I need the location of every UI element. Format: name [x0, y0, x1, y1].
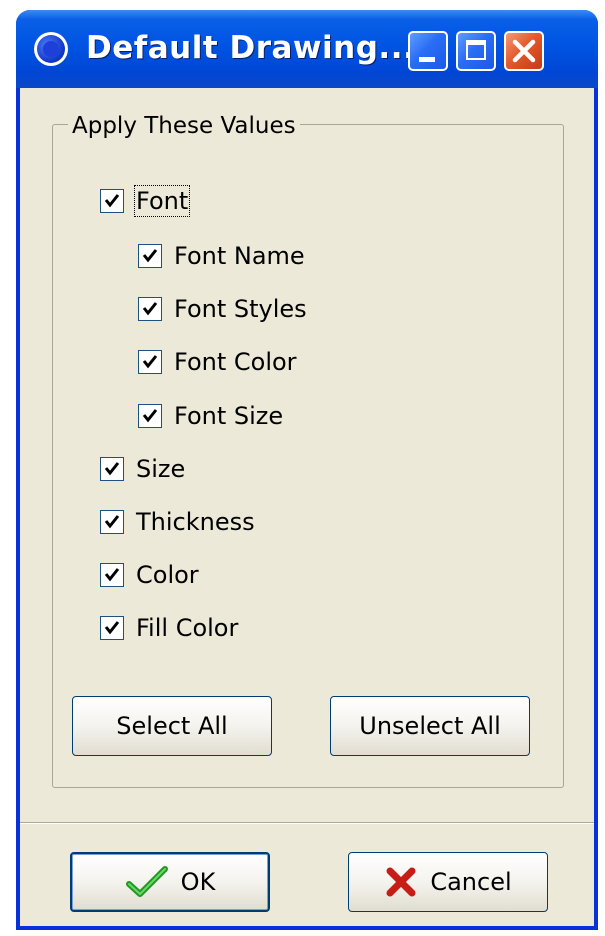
checkbox-box[interactable]: [138, 244, 162, 268]
window-title: Default Drawing...: [86, 30, 416, 66]
checkbox-font-color[interactable]: Font Color: [138, 347, 297, 377]
checkbox-label: Font Styles: [174, 295, 307, 323]
checkbox-thickness[interactable]: Thickness: [100, 507, 255, 537]
checkbox-label: Font: [133, 185, 191, 217]
ok-label: OK: [180, 868, 216, 896]
checkbox-size[interactable]: Size: [100, 454, 185, 484]
checkmark-icon: [104, 515, 120, 529]
checkbox-font[interactable]: Font: [100, 185, 191, 217]
checkbox-box[interactable]: [100, 189, 124, 213]
checkmark-icon: [142, 302, 158, 316]
ok-button[interactable]: OK: [70, 852, 270, 912]
maximize-icon: [466, 40, 486, 60]
app-globe-icon[interactable]: [34, 32, 68, 66]
checkbox-fill-color[interactable]: Fill Color: [100, 613, 238, 643]
checkbox-box[interactable]: [138, 297, 162, 321]
checkbox-label: Font Name: [174, 242, 305, 270]
checkmark-icon: [142, 355, 158, 369]
checkmark-icon: [104, 621, 120, 635]
maximize-button[interactable]: [456, 31, 496, 71]
unselect-all-button[interactable]: Unselect All: [330, 696, 530, 756]
dialog-client-area: Apply These Values Font Font Name Font S…: [20, 88, 594, 926]
checkbox-label: Font Size: [174, 402, 284, 430]
select-all-button[interactable]: Select All: [72, 696, 272, 756]
green-checkmark-icon: [125, 866, 168, 897]
checkbox-label: Size: [136, 455, 186, 483]
cancel-label: Cancel: [430, 868, 512, 896]
checkmark-icon: [142, 249, 158, 263]
close-button[interactable]: [504, 31, 544, 71]
checkmark-icon: [104, 568, 120, 582]
checkmark-icon: [104, 194, 120, 208]
checkbox-box[interactable]: [100, 563, 124, 587]
title-bar[interactable]: Default Drawing...: [16, 10, 598, 88]
minimize-button[interactable]: [408, 31, 448, 71]
checkbox-color[interactable]: Color: [100, 560, 199, 590]
dialog-window: Default Drawing... Apply These Values Fo…: [16, 10, 598, 930]
checkbox-box[interactable]: [100, 616, 124, 640]
cancel-button[interactable]: Cancel: [348, 852, 548, 912]
checkbox-box[interactable]: [100, 510, 124, 534]
checkbox-box[interactable]: [138, 350, 162, 374]
checkbox-label: Thickness: [136, 508, 255, 536]
checkbox-box[interactable]: [100, 457, 124, 481]
footer-separator: [20, 822, 594, 824]
checkbox-box[interactable]: [138, 404, 162, 428]
minimize-icon: [419, 57, 435, 62]
checkmark-icon: [142, 409, 158, 423]
checkmark-icon: [104, 462, 120, 476]
checkbox-label: Color: [136, 561, 199, 589]
red-x-icon: [386, 867, 416, 897]
checkbox-label: Font Color: [174, 348, 297, 376]
checkbox-font-name[interactable]: Font Name: [138, 241, 305, 271]
checkbox-font-size[interactable]: Font Size: [138, 401, 283, 431]
checkbox-label: Fill Color: [136, 614, 239, 642]
groupbox-label: Apply These Values: [68, 113, 300, 139]
checkbox-font-styles[interactable]: Font Styles: [138, 294, 307, 324]
close-icon: [512, 39, 536, 63]
